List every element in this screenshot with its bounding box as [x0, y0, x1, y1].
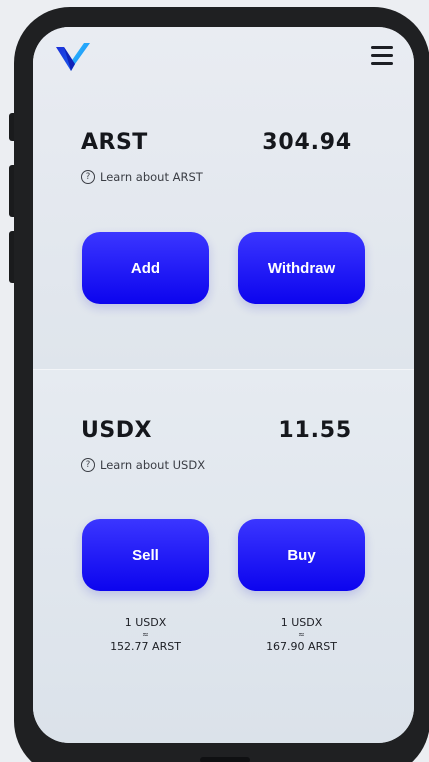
buy-rate-approx: ≈: [298, 630, 305, 639]
usdx-name: USDX: [81, 418, 152, 443]
stage: ARST 304.94 ? Learn about ARST Add Withd…: [0, 0, 429, 762]
learn-about-arst-link[interactable]: ? Learn about ARST: [81, 170, 203, 184]
sell-rate-approx: ≈: [142, 630, 149, 639]
learn-about-usdx-label: Learn about USDX: [100, 458, 206, 472]
arst-section: ARST 304.94 ? Learn about ARST Add Withd…: [33, 27, 414, 369]
buy-rate: 1 USDX ≈ 167.90 ARST: [238, 616, 365, 654]
buy-rate-to: 167.90 ARST: [266, 640, 337, 653]
arst-name: ARST: [81, 130, 148, 155]
home-indicator: [200, 757, 250, 762]
help-icon: ?: [81, 458, 95, 472]
v-logo-icon[interactable]: [54, 41, 92, 73]
app-screen: ARST 304.94 ? Learn about ARST Add Withd…: [33, 27, 414, 743]
help-icon: ?: [81, 170, 95, 184]
usdx-section: USDX 11.55 ? Learn about USDX Sell Buy 1…: [33, 370, 414, 743]
buy-button[interactable]: Buy: [238, 519, 365, 591]
sell-rate: 1 USDX ≈ 152.77 ARST: [82, 616, 209, 654]
buy-rate-from: 1 USDX: [280, 616, 323, 629]
learn-about-usdx-link[interactable]: ? Learn about USDX: [81, 458, 205, 472]
withdraw-button[interactable]: Withdraw: [238, 232, 365, 304]
add-button[interactable]: Add: [82, 232, 209, 304]
sell-button[interactable]: Sell: [82, 519, 209, 591]
learn-about-arst-label: Learn about ARST: [100, 170, 203, 184]
sell-rate-to: 152.77 ARST: [110, 640, 181, 653]
usdx-balance: 11.55: [278, 418, 352, 443]
hamburger-menu-icon[interactable]: [371, 44, 393, 66]
arst-balance: 304.94: [262, 130, 352, 155]
sell-rate-from: 1 USDX: [124, 616, 167, 629]
